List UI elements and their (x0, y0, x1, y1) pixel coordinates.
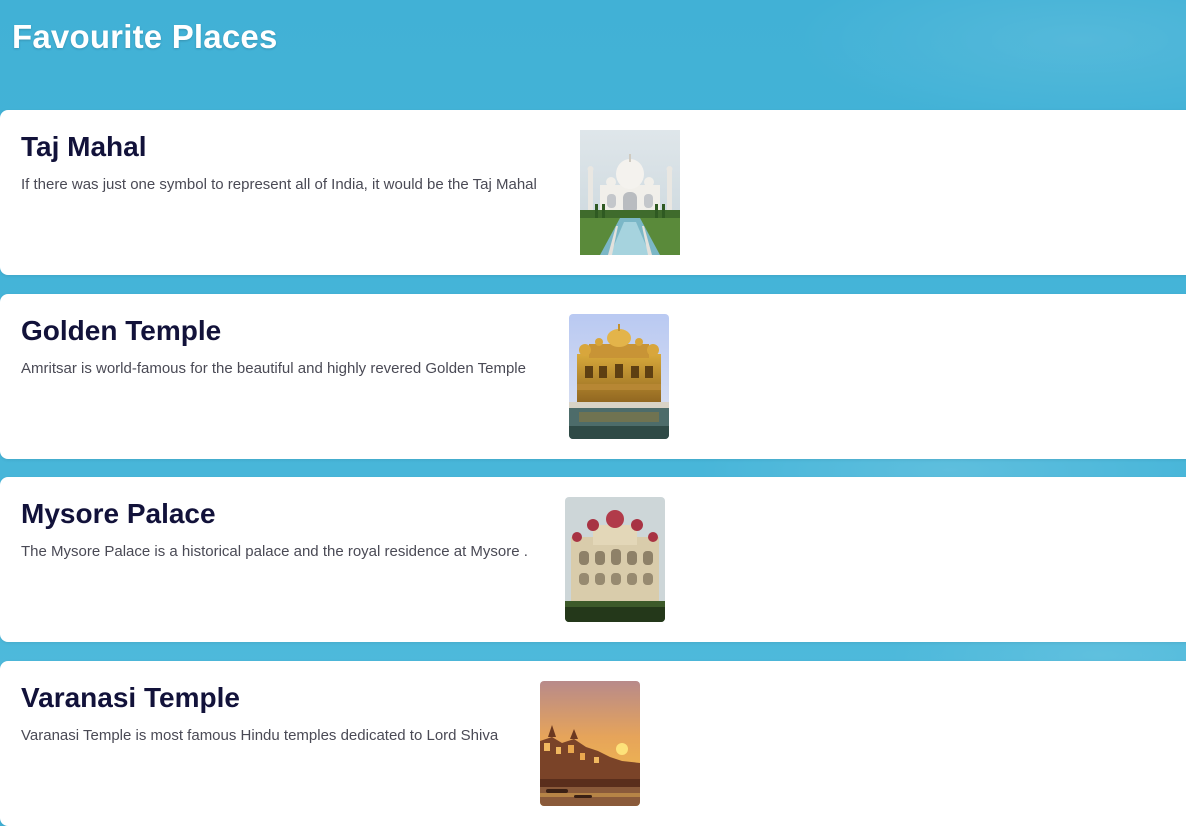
place-description: Varanasi Temple is most famous Hindu tem… (21, 727, 499, 744)
place-description: If there was just one symbol to represen… (21, 176, 537, 193)
varanasi-temple-image (540, 681, 640, 806)
place-title: Varanasi Temple (21, 682, 240, 713)
place-card-golden-temple[interactable]: Golden Temple Amritsar is world-famous f… (0, 294, 1186, 459)
place-description: The Mysore Palace is a historical palace… (21, 543, 528, 560)
place-card-taj-mahal[interactable]: Taj Mahal If there was just one symbol t… (0, 110, 1186, 275)
golden-temple-image (569, 314, 669, 439)
mysore-palace-image (565, 497, 665, 622)
taj-mahal-image (580, 130, 680, 255)
place-card-varanasi-temple[interactable]: Varanasi Temple Varanasi Temple is most … (0, 661, 1186, 826)
place-card-mysore-palace[interactable]: Mysore Palace The Mysore Palace is a his… (0, 477, 1186, 642)
place-title: Taj Mahal (21, 131, 147, 162)
page-title: Favourite Places (12, 18, 278, 55)
place-title: Mysore Palace (21, 498, 216, 529)
place-description: Amritsar is world-famous for the beautif… (21, 360, 526, 377)
place-title: Golden Temple (21, 315, 222, 346)
